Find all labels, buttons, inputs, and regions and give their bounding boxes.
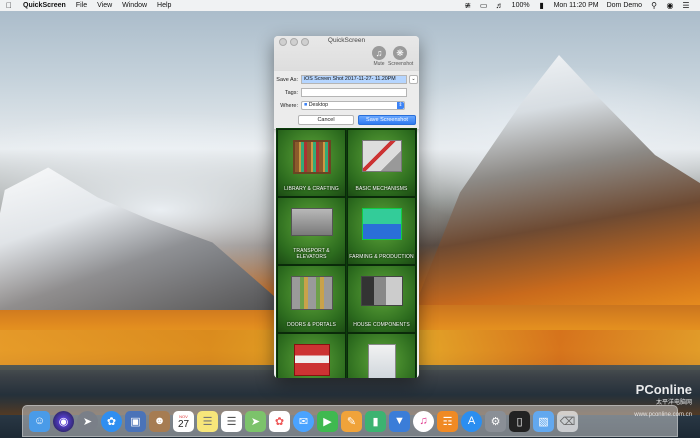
photos-icon[interactable]: ✿ <box>269 410 290 432</box>
redstone-mechanism-icon <box>361 140 402 172</box>
where-popup[interactable]: ■ Desktop ⇕ <box>301 101 405 110</box>
battery-icon[interactable]: ▮ <box>538 1 546 10</box>
save-screenshot-button[interactable]: Save Screenshot <box>358 115 416 125</box>
menu-help[interactable]: Help <box>157 2 171 9</box>
tile-library-crafting[interactable]: LIBRARY & CRAFTING <box>277 129 346 197</box>
save-sheet: Save As: iOS Screen Shot 2017-11-27- 11.… <box>274 71 419 130</box>
calendar-day: 27 <box>177 419 190 430</box>
tile-transport-elevators[interactable]: TRANSPORT & ELEVATORS <box>277 197 346 265</box>
headphones-icon: ♫ <box>372 46 386 60</box>
screenshot-button[interactable]: ❋ Screenshot <box>388 46 414 67</box>
cancel-button[interactable]: Cancel <box>298 115 354 125</box>
airplay-icon[interactable]: ▭ <box>480 1 488 10</box>
tile-snow-golem[interactable] <box>347 333 416 378</box>
dock: ☺ ◉ ➤ ✿ ▣ ☻ NOV 27 ☰ ☰ ➤ ✿ ✉ ▶ ✎ ▮ ▼ ♫ ☶… <box>22 405 678 437</box>
siri-icon[interactable]: ◉ <box>53 410 74 432</box>
save-as-input[interactable]: iOS Screen Shot 2017-11-27- 11.20PM <box>301 75 407 84</box>
tile-house-components[interactable]: HOUSE COMPONENTS <box>347 265 416 333</box>
expand-dialog-button[interactable]: ⌄ <box>409 75 418 84</box>
pconline-watermark: PConline 太平洋电脑网 <box>636 382 692 406</box>
finder-icon[interactable]: ☺ <box>29 410 50 432</box>
folder-icon[interactable]: ▧ <box>533 410 554 432</box>
chevron-updown-icon: ⇕ <box>397 102 404 109</box>
menu-window[interactable]: Window <box>122 2 147 9</box>
ibooks-icon[interactable]: ☶ <box>437 410 458 432</box>
save-as-label: Save As: <box>276 76 298 83</box>
snow-golem-icon <box>367 344 396 378</box>
tile-label: BASIC MECHANISMS <box>355 186 408 192</box>
siri-menu-icon[interactable]: ◉ <box>666 1 674 10</box>
mirrored-app-screen: LIBRARY & CRAFTING BASIC MECHANISMS TRAN… <box>276 128 417 378</box>
where-label: Where: <box>280 102 298 109</box>
quickscreen-window: QuickScreen ♫ Mute ❋ Screenshot Save As:… <box>274 36 419 378</box>
farm-plot-icon <box>361 208 402 240</box>
volume-icon[interactable]: ♬ <box>496 1 504 10</box>
menu-extras: ≇ ▭ ♬ 100% ▮ Mon 11:20 PM Dom Demo ⚲ ◉ ☰ <box>464 1 700 10</box>
apple-icon[interactable]:  <box>6 1 15 10</box>
app-store-icon[interactable]: A <box>461 410 482 432</box>
tile-label: HOUSE COMPONENTS <box>353 322 410 328</box>
menu-clock[interactable]: Mon 11:20 PM <box>554 2 599 9</box>
tile-label: TRANSPORT & ELEVATORS <box>293 248 330 260</box>
tile-label: LIBRARY & CRAFTING <box>284 186 339 192</box>
aperture-icon: ❋ <box>393 46 407 60</box>
iphone-icon[interactable]: ▯ <box>509 410 530 432</box>
tile-basic-mechanisms[interactable]: BASIC MECHANISMS <box>347 129 416 197</box>
where-row: Where: ■ Desktop ⇕ <box>274 101 405 110</box>
reminders-icon[interactable]: ☰ <box>221 410 242 432</box>
window-title: QuickScreen <box>327 37 366 44</box>
photo-viewer-icon[interactable]: ▣ <box>125 410 146 432</box>
tags-row: Tags: <box>274 88 407 97</box>
messages-icon[interactable]: ✉ <box>293 410 314 432</box>
tags-label: Tags: <box>284 89 298 96</box>
maps-icon[interactable]: ➤ <box>245 410 266 432</box>
tile-farming-production[interactable]: FARMING & PRODUCTION <box>347 197 416 265</box>
contacts-icon[interactable]: ☻ <box>149 410 170 432</box>
watermark-brand: PConline <box>635 382 692 397</box>
pages-icon[interactable]: ✎ <box>341 410 362 432</box>
menu-bar:  QuickScreen File View Window Help ≇ ▭ … <box>0 0 700 11</box>
piston-door-icon <box>290 276 333 310</box>
menu-file[interactable]: File <box>76 2 87 9</box>
tile-label: DOORS & PORTALS <box>287 322 336 328</box>
facetime-icon[interactable]: ▶ <box>317 410 338 432</box>
tile-tnt[interactable] <box>277 333 346 378</box>
menu-app-name[interactable]: QuickScreen <box>23 2 66 9</box>
system-preferences-icon[interactable]: ⚙ <box>485 410 506 432</box>
mute-label: Mute <box>373 61 385 67</box>
keynote-icon[interactable]: ▼ <box>389 410 410 432</box>
tags-input[interactable] <box>301 88 407 97</box>
tile-label: FARMING & PRODUCTION <box>349 254 414 260</box>
menu-view[interactable]: View <box>97 2 112 9</box>
where-value: Desktop <box>308 102 329 108</box>
wifi-icon[interactable]: ≇ <box>464 1 472 10</box>
itunes-icon[interactable]: ♫ <box>413 410 434 432</box>
minecart-icon <box>290 208 333 236</box>
spotlight-icon[interactable]: ⚲ <box>650 1 658 10</box>
battery-percent[interactable]: 100% <box>512 2 530 9</box>
tile-doors-portals[interactable]: DOORS & PORTALS <box>277 265 346 333</box>
numbers-icon[interactable]: ▮ <box>365 410 386 432</box>
trash-icon[interactable]: ⌫ <box>557 410 578 432</box>
screenshot-label: Screenshot <box>388 61 414 67</box>
bookshelf-block-icon <box>292 140 331 174</box>
house-components-icon <box>360 276 403 306</box>
calendar-icon[interactable]: NOV 27 <box>173 410 194 432</box>
notification-center-icon[interactable]: ☰ <box>682 1 690 10</box>
folder-icon: ■ <box>304 102 308 108</box>
menu-user[interactable]: Dom Demo <box>607 2 642 9</box>
launchpad-icon[interactable]: ➤ <box>77 410 98 432</box>
notes-icon[interactable]: ☰ <box>197 410 218 432</box>
tnt-block-icon <box>293 344 330 376</box>
safari-icon[interactable]: ✿ <box>101 410 122 432</box>
save-as-row: Save As: iOS Screen Shot 2017-11-27- 11.… <box>274 75 418 84</box>
